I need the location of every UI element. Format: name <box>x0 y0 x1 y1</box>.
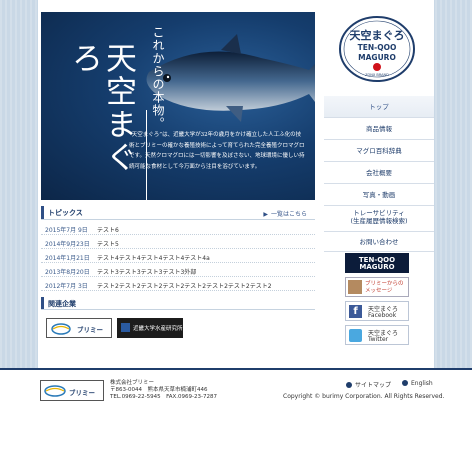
footer-company-name: 株式会社ブリミー <box>110 380 155 386</box>
related-header: 関連企業 <box>41 297 315 310</box>
topic-date: 2015年7月 9日 <box>45 227 88 234</box>
fish-logo-icon <box>44 385 66 397</box>
nav-item-media[interactable]: 写真・動画 <box>324 184 434 206</box>
related-burimy-link[interactable]: ブリミー <box>46 318 112 338</box>
related-header-bar <box>41 297 44 309</box>
footer-english-label: English <box>411 380 433 387</box>
topic-date: 2014年9月23日 <box>45 241 90 248</box>
twitter-banner[interactable]: 天空まぐろ Twitter <box>345 325 409 345</box>
facebook-banner[interactable]: f 天空まぐろ Facebook <box>345 301 409 321</box>
topic-date: 2012年7月 3日 <box>45 283 88 290</box>
topic-row[interactable]: 2012年7月 3日 テスト2テスト2テスト2テスト2テスト2テスト2テスト2テ… <box>41 278 315 291</box>
topic-title[interactable]: テスト3テスト3テスト3テスト3外部 <box>97 267 196 276</box>
message-banner-text: ブリミーからのメッセージ <box>365 281 404 294</box>
topic-title[interactable]: テスト4テスト4テスト4テスト4テスト4a <box>97 253 210 262</box>
bullet-icon <box>346 382 352 388</box>
person-photo-icon <box>348 280 362 294</box>
tenqoo-maguro-banner[interactable]: TEN-QOO MAGURO <box>345 253 409 273</box>
topics-header-bar <box>41 206 44 219</box>
topic-row[interactable]: 2013年8月20日 テスト3テスト3テスト3テスト3外部 <box>41 264 315 277</box>
related-kindai-label: 近畿大学水産研究所 <box>133 326 183 332</box>
related-burimy-label: ブリミー <box>77 326 103 334</box>
tenqoo-maguro-banner-text: TEN-QOO MAGURO <box>358 256 396 271</box>
topic-row[interactable]: 2014年9月23日 テスト5 <box>41 236 315 249</box>
kindai-emblem-icon <box>121 323 130 332</box>
footer-company-info: 株式会社ブリミー 〒863-0044 熊本県天草市楠浦町446 TEL.0969… <box>110 380 217 401</box>
footer-burimy-logo[interactable]: ブリミー <box>40 380 104 401</box>
topic-date: 2013年8月20日 <box>45 269 90 276</box>
arrow-right-icon: ▶ <box>263 211 268 218</box>
footer-logo-label: ブリミー <box>69 389 95 397</box>
twitter-icon <box>349 329 362 342</box>
topics-header: トピックス ▶ 一覧はこちら <box>41 206 315 220</box>
footer-sitemap-label: サイトマップ <box>355 382 392 389</box>
topic-title[interactable]: テスト5 <box>97 239 119 248</box>
hero-subtitle: これからの本物。 <box>151 26 165 130</box>
topics-heading: トピックス <box>48 209 83 217</box>
topics-more-link[interactable]: ▶ 一覧はこちら <box>263 209 310 218</box>
footer-phone: TEL.0969-22-5945 FAX.0969-23-7287 <box>110 394 218 400</box>
message-banner[interactable]: ブリミーからのメッセージ <box>345 277 409 297</box>
related-kindai-link[interactable]: 近畿大学水産研究所 <box>117 318 183 338</box>
topic-row[interactable]: 2014年1月21日 テスト4テスト4テスト4テスト4テスト4a <box>41 250 315 263</box>
topic-date: 2014年1月21日 <box>45 255 90 262</box>
footer-address: 〒863-0044 熊本県天草市楠浦町446 <box>110 387 208 393</box>
logo-middle-text: TEN-QOO <box>357 43 397 52</box>
nav-item-company[interactable]: 会社概要 <box>324 162 434 184</box>
footer-divider <box>0 368 472 370</box>
brand-logo[interactable]: 天空まぐろ TEN-QOO MAGURO ZONX BRAND <box>337 15 417 85</box>
nav-item-traceability[interactable]: トレーサビリティ (生産履歴情報検索) <box>324 206 434 232</box>
facebook-banner-bottom: Facebook <box>368 312 397 319</box>
topic-row[interactable]: 2015年7月 9日 テスト6 <box>41 222 315 235</box>
nav-item-products[interactable]: 商品情報 <box>324 118 434 140</box>
footer-english-link[interactable]: English <box>402 380 433 387</box>
topic-title[interactable]: テスト2テスト2テスト2テスト2テスト2テスト2テスト2テスト2 <box>97 281 272 290</box>
topics-more-label: 一覧はこちら <box>270 211 307 218</box>
bullet-icon <box>402 380 408 386</box>
topic-title[interactable]: テスト6 <box>97 225 119 234</box>
facebook-icon: f <box>349 305 362 318</box>
fish-logo-icon <box>51 323 71 335</box>
nav-item-top[interactable]: トップ <box>324 96 434 118</box>
related-heading: 関連企業 <box>48 300 76 308</box>
hero-banner: これからの本物。 天空まぐろ “天空まぐろ”は、近畿大学が32年の歳月をかけ確立… <box>41 12 315 200</box>
nav-item-contact[interactable]: お問い合わせ <box>324 232 434 252</box>
logo-bottom-text: MAGURO <box>358 53 396 62</box>
nav-item-encyclopedia[interactable]: マグロ百科辞典 <box>324 140 434 162</box>
footer-copyright: Copyright © burimy Corporation. All Righ… <box>283 393 445 400</box>
logo-top-text: 天空まぐろ <box>349 29 405 42</box>
hero-body: “天空まぐろ”は、近畿大学が32年の歳月をかけ確立した人工ふ化の技術とブリミーの… <box>129 132 305 170</box>
logo-small-text: ZONX BRAND <box>365 73 389 77</box>
twitter-banner-bottom: Twitter <box>368 336 389 343</box>
footer-sitemap-link[interactable]: サイトマップ <box>346 380 391 389</box>
